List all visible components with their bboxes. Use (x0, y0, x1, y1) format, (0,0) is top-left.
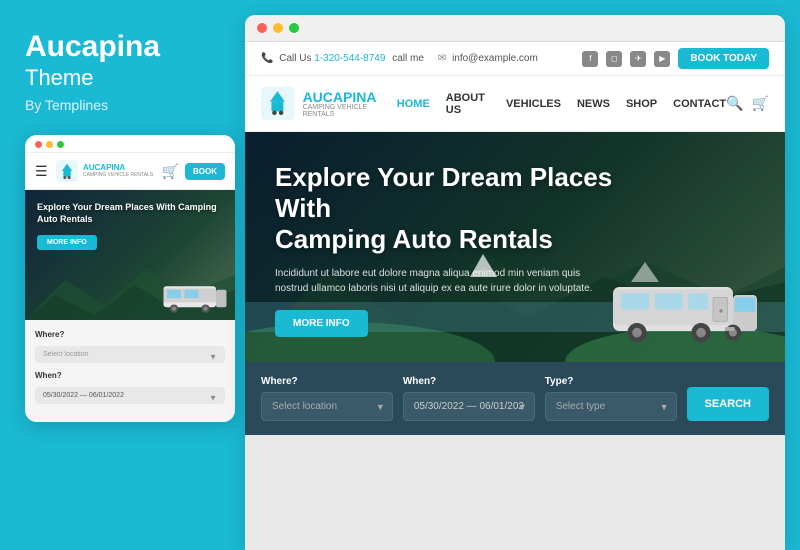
site-hero-title: Explore Your Dream Places WithCamping Au… (275, 162, 675, 256)
nav-shop[interactable]: SHOP (626, 98, 657, 110)
right-panel: 📞 Call Us 1-320-544-8749 call me ✉ info@… (245, 15, 785, 550)
youtube-icon[interactable]: ▶ (654, 51, 670, 67)
site-logo-icon (261, 86, 295, 121)
mobile-nav-right: 🛒 BOOK (162, 163, 225, 180)
browser-chrome (245, 15, 785, 42)
type-select[interactable]: Select type (545, 392, 677, 421)
browser-dot-red (257, 23, 267, 33)
mobile-date-select[interactable]: 05/30/2022 — 06/01/2022 (35, 387, 225, 404)
site-navbar: AUCAPINA CAMPING VEHICLE RENTALS HOME AB… (245, 76, 785, 132)
mobile-search-form: Where? Select location ▼ When? 05/30/202… (25, 320, 235, 422)
email-info: ✉ info@example.com (438, 53, 538, 64)
mobile-book-button[interactable]: BOOK (185, 163, 225, 180)
facebook-icon[interactable]: f (582, 51, 598, 67)
mobile-window-dots (35, 141, 64, 148)
mobile-preview: ☰ AUCAPINA CAMPING VEHICLE RENTALS 🛒 BOO… (25, 135, 235, 422)
browser-dot-yellow (273, 23, 283, 33)
search-form-bar: Where? Select location ▼ When? 05/30/202… (245, 362, 785, 435)
cart-icon[interactable]: 🛒 (752, 95, 769, 112)
when-field: When? 05/30/2022 — 06/01/2022 ▼ (403, 376, 535, 421)
type-field: Type? Select type ▼ (545, 376, 677, 421)
mobile-more-info-button[interactable]: MORE INFO (37, 235, 97, 250)
mobile-hero-content: Explore Your Dream Places With Camping A… (37, 202, 223, 250)
mobile-dot-yellow (46, 141, 53, 148)
left-panel: Aucapina Theme By Templines ☰ (0, 0, 240, 550)
browser-dot-green (289, 23, 299, 33)
email-icon: ✉ (438, 53, 446, 64)
site-nav-icons: 🔍 🛒 (726, 95, 769, 112)
nav-vehicles[interactable]: VEHICLES (506, 98, 561, 110)
site-hero: Explore Your Dream Places WithCamping Au… (245, 132, 785, 362)
mobile-navbar: ☰ AUCAPINA CAMPING VEHICLE RENTALS 🛒 BOO… (25, 153, 235, 190)
site-logo: AUCAPINA CAMPING VEHICLE RENTALS (261, 86, 397, 121)
mobile-logo: AUCAPINA CAMPING VEHICLE RENTALS (56, 160, 153, 182)
mobile-hamburger-icon[interactable]: ☰ (35, 163, 48, 180)
mobile-cart-icon[interactable]: 🛒 (162, 163, 179, 180)
mobile-hero: Explore Your Dream Places With Camping A… (25, 190, 235, 320)
site-contact-info: 📞 Call Us 1-320-544-8749 call me ✉ info@… (261, 53, 538, 64)
site-nav-links: HOME ABOUT US VEHICLES NEWS SHOP CONTACT (397, 92, 726, 116)
location-select[interactable]: Select location (261, 392, 393, 421)
instagram-icon[interactable]: ◻ (606, 51, 622, 67)
search-icon[interactable]: 🔍 (726, 95, 743, 112)
mobile-location-select[interactable]: Select location (35, 346, 225, 363)
nav-home[interactable]: HOME (397, 98, 430, 110)
nav-contact[interactable]: CONTACT (673, 98, 726, 110)
date-select[interactable]: 05/30/2022 — 06/01/2022 (403, 392, 535, 421)
phone-info: 📞 Call Us 1-320-544-8749 call me (261, 53, 424, 64)
nav-about[interactable]: ABOUT US (446, 92, 490, 116)
site-topbar: 📞 Call Us 1-320-544-8749 call me ✉ info@… (245, 42, 785, 76)
mobile-logo-icon (56, 160, 78, 182)
book-today-button[interactable]: BOOK TODAY (678, 48, 769, 69)
hero-rv-illustration (605, 262, 765, 352)
search-button[interactable]: SEARCH (687, 387, 769, 421)
mobile-dot-red (35, 141, 42, 148)
site-more-info-button[interactable]: MORE INFO (275, 310, 368, 337)
telegram-icon[interactable]: ✈ (630, 51, 646, 67)
mobile-dot-green (57, 141, 64, 148)
where-field: Where? Select location ▼ (261, 376, 393, 421)
mobile-browser-chrome (25, 135, 235, 153)
phone-icon: 📞 (261, 53, 273, 64)
brand-title: Aucapina Theme By Templines (25, 30, 215, 113)
nav-news[interactable]: NEWS (577, 98, 610, 110)
mobile-rv-illustration (160, 275, 230, 315)
site-topbar-right: f ◻ ✈ ▶ BOOK TODAY (582, 48, 769, 69)
